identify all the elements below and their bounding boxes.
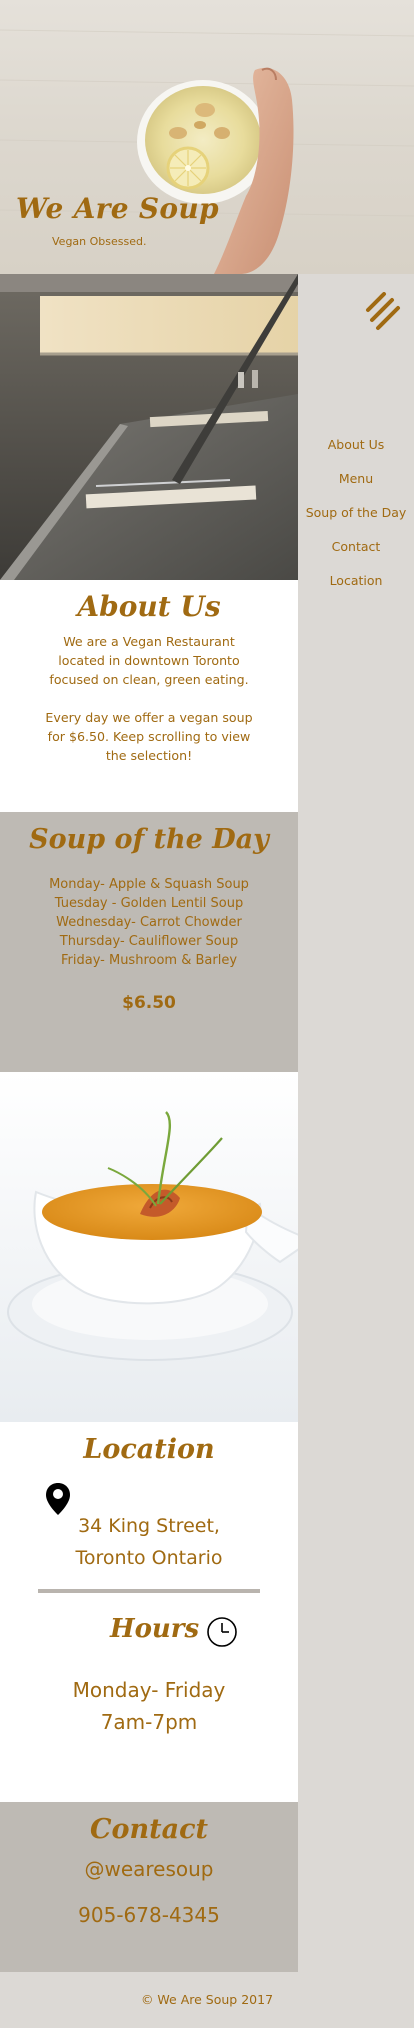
- nav-item-about-us[interactable]: About Us: [298, 428, 414, 462]
- sidebar: About Us Menu Soup of the Day Contact Lo…: [298, 274, 414, 1972]
- hours-time: 7am-7pm: [100, 1710, 198, 1734]
- soup-bowl-photo: [0, 1072, 298, 1422]
- nav-item-soup-of-the-day[interactable]: Soup of the Day: [298, 496, 414, 530]
- contact-handle-link[interactable]: @wearesoup: [0, 1857, 298, 1881]
- soup-list: Monday- Apple & Squash Soup Tuesday - Go…: [0, 875, 298, 970]
- location-title: Location: [83, 1434, 215, 1465]
- hamburger-icon[interactable]: [362, 292, 402, 332]
- copyright-text: © We Are Soup 2017: [140, 1992, 274, 2007]
- main-nav: About Us Menu Soup of the Day Contact Lo…: [298, 428, 414, 598]
- hours-days: Monday- Friday: [72, 1678, 226, 1702]
- contact-phone-link[interactable]: 905-678-4345: [0, 1903, 298, 1927]
- address-line-1: 34 King Street,: [78, 1515, 220, 1537]
- soup-price: $6.50: [122, 993, 176, 1013]
- nav-item-location[interactable]: Location: [298, 564, 414, 598]
- location-section: Location 34 King Street, Toronto Ontario…: [0, 1422, 298, 1802]
- soup-list-item: Monday- Apple & Squash Soup: [49, 877, 249, 892]
- soup-list-item: Wednesday- Carrot Chowder: [56, 915, 242, 930]
- nav-item-menu[interactable]: Menu: [298, 462, 414, 496]
- hero-banner: We Are Soup Vegan Obsessed.: [0, 0, 414, 274]
- hours-title: Hours: [110, 1614, 200, 1644]
- soup-list-item: Tuesday - Golden Lentil Soup: [54, 896, 244, 911]
- restaurant-interior-image: [0, 274, 298, 580]
- about-paragraph-2: Every day we offer a vegan soup for $6.5…: [45, 710, 253, 763]
- site-tagline: Vegan Obsessed.: [52, 235, 147, 248]
- footer: © We Are Soup 2017: [0, 1972, 414, 2028]
- soup-of-the-day-section: Soup of the Day Monday- Apple & Squash S…: [0, 812, 298, 1072]
- soup-bowl-image: [0, 1072, 298, 1422]
- about-title: About Us: [77, 590, 221, 623]
- clock-icon: [207, 1617, 237, 1647]
- address: 34 King Street, Toronto Ontario: [0, 1510, 298, 1574]
- soup-list-item: Thursday- Cauliflower Soup: [59, 934, 239, 949]
- divider: [38, 1589, 260, 1593]
- about-paragraph-1: We are a Vegan Restaurant located in dow…: [49, 634, 249, 687]
- nav-item-contact[interactable]: Contact: [298, 530, 414, 564]
- hours-text: Monday- Friday 7am-7pm: [0, 1674, 298, 1738]
- about-section: About Us We are a Vegan Restaurant locat…: [0, 580, 298, 812]
- soup-title: Soup of the Day: [29, 824, 269, 855]
- site-title: We Are Soup: [16, 192, 219, 225]
- hero-photo: [0, 29, 414, 274]
- soup-list-item: Friday- Mushroom & Barley: [60, 953, 238, 968]
- address-line-2: Toronto Ontario: [75, 1547, 223, 1569]
- contact-section: Contact @wearesoup 905-678-4345: [0, 1802, 298, 1972]
- restaurant-photo: [0, 274, 298, 580]
- contact-title: Contact: [89, 1814, 208, 1845]
